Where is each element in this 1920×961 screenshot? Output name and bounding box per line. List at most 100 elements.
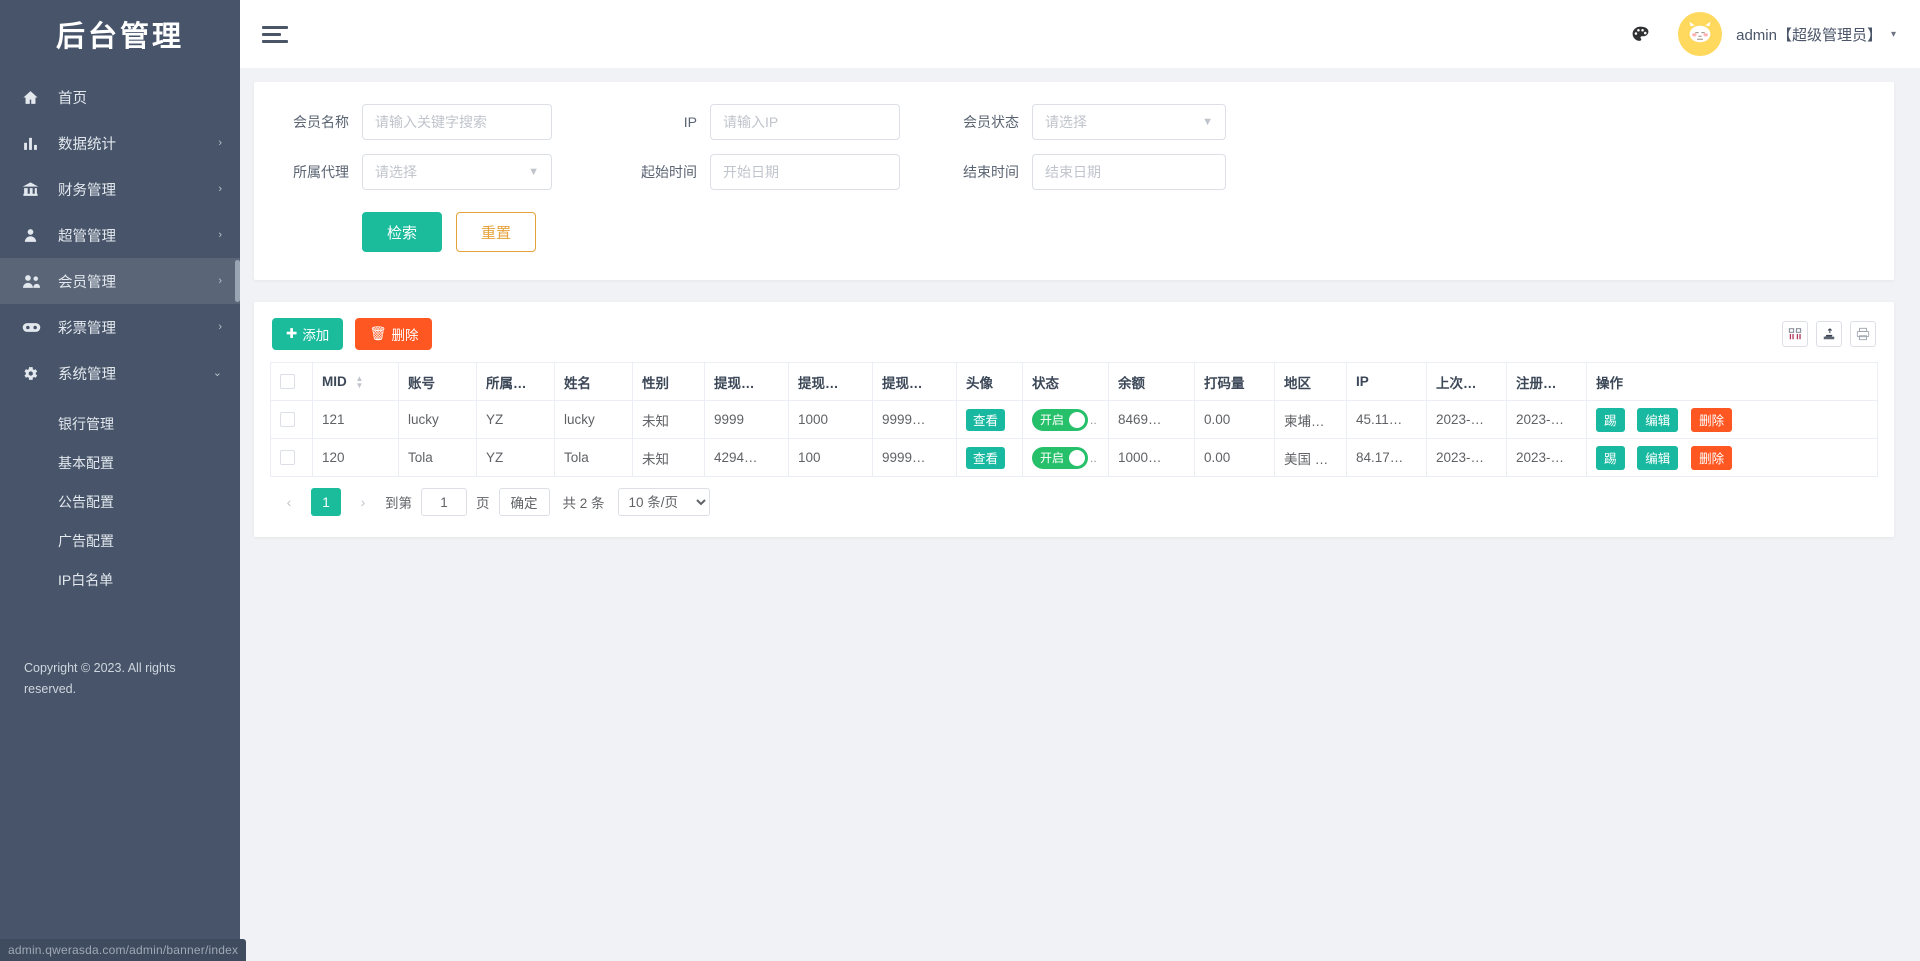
- members-table-card: ✚ 添加 🗑 删除: [254, 302, 1894, 537]
- sidebar-subitem-bank[interactable]: 银行管理: [0, 404, 240, 443]
- member-name-input[interactable]: 请输入关键字搜索: [362, 104, 552, 140]
- goto-label: 到第: [385, 492, 412, 512]
- sort-icon[interactable]: ▲▼: [356, 375, 364, 389]
- sidebar-subitem-basic-config[interactable]: 基本配置: [0, 443, 240, 482]
- sidebar-subitem-ip-whitelist[interactable]: IP白名单: [0, 560, 240, 599]
- member-status-label: 会员状态: [942, 112, 1032, 132]
- cell-register: 2023-…: [1507, 439, 1587, 477]
- sidebar-item-finance[interactable]: 财务管理 ›: [0, 166, 240, 212]
- prev-page-button[interactable]: ‹: [276, 488, 302, 516]
- sidebar-subitem-ad-config[interactable]: 广告配置: [0, 521, 240, 560]
- cell-belong: YZ: [477, 439, 555, 477]
- goto-page-input[interactable]: 1: [421, 488, 467, 516]
- next-page-button[interactable]: ›: [350, 488, 376, 516]
- column-filter-icon[interactable]: [1782, 321, 1808, 347]
- col-mid[interactable]: MID ▲▼: [313, 363, 399, 401]
- members-table: MID ▲▼ 账号 所属… 姓名 性别 提现… 提现… 提现… 头像 状态 余额: [270, 362, 1878, 477]
- agent-select[interactable]: 请选择 ▼: [362, 154, 552, 190]
- cell-withdraw-1: 9999: [705, 401, 789, 439]
- sidebar-subitem-label: IP白名单: [58, 570, 113, 590]
- view-avatar-button[interactable]: 查看: [966, 409, 1005, 431]
- cell-withdraw-2: 1000: [789, 401, 873, 439]
- ip-input[interactable]: 请输入IP: [710, 104, 900, 140]
- home-icon: [22, 88, 44, 106]
- col-balance: 余额: [1109, 363, 1195, 401]
- field-start-time: 起始时间 开始日期: [624, 154, 900, 190]
- search-button[interactable]: 检索: [362, 212, 442, 252]
- end-date-input[interactable]: 结束日期: [1032, 154, 1226, 190]
- delete-row-button[interactable]: 删除: [1691, 446, 1732, 470]
- delete-button-label: 删除: [391, 324, 418, 344]
- field-member-status: 会员状态 请选择 ▼: [942, 104, 1226, 140]
- page-number-1[interactable]: 1: [311, 488, 341, 516]
- row-checkbox[interactable]: [280, 450, 295, 465]
- cell-avatar: 查看: [957, 439, 1023, 477]
- sidebar-subitem-label: 银行管理: [58, 414, 114, 434]
- field-agent: 所属代理 请选择 ▼: [284, 154, 552, 190]
- user-menu[interactable]: admin【超级管理员】 ▾: [1736, 24, 1896, 45]
- field-end-time: 结束时间 结束日期: [942, 154, 1226, 190]
- cell-avatar: 查看: [957, 401, 1023, 439]
- delete-button[interactable]: 🗑 删除: [355, 318, 432, 350]
- status-toggle[interactable]: 开启: [1032, 409, 1088, 431]
- export-icon[interactable]: [1816, 321, 1842, 347]
- view-avatar-button[interactable]: 查看: [966, 447, 1005, 469]
- kick-button[interactable]: 踢: [1596, 446, 1625, 470]
- status-ellipsis: ..: [1090, 413, 1097, 427]
- select-all-checkbox[interactable]: [280, 374, 295, 389]
- agent-value: 请选择: [375, 162, 417, 182]
- table-row[interactable]: 121 lucky YZ lucky 未知 9999 1000 9999… 查看: [271, 401, 1878, 439]
- end-time-label: 结束时间: [942, 162, 1032, 182]
- member-status-select[interactable]: 请选择 ▼: [1032, 104, 1226, 140]
- gear-icon: [22, 364, 44, 382]
- sidebar-menu: 首页 数据统计 › 财务管理 › 超管管理 ›: [0, 68, 240, 599]
- page-size-select[interactable]: 10 条/页 20 条/页 50 条/页 100 条/页: [618, 488, 710, 516]
- app-brand-title: 后台管理: [0, 0, 240, 68]
- table-row[interactable]: 120 Tola YZ Tola 未知 4294… 100 9999… 查看: [271, 439, 1878, 477]
- goto-confirm-button[interactable]: 确定: [499, 488, 550, 516]
- cell-gender: 未知: [633, 401, 705, 439]
- edit-button[interactable]: 编辑: [1637, 446, 1678, 470]
- cell-name: Tola: [555, 439, 633, 477]
- sidebar-item-label: 财务管理: [58, 179, 218, 200]
- ip-label: IP: [624, 114, 710, 130]
- avatar[interactable]: [1678, 12, 1722, 56]
- add-button[interactable]: ✚ 添加: [272, 318, 343, 350]
- sidebar-subitem-label: 基本配置: [58, 453, 114, 473]
- print-icon[interactable]: [1850, 321, 1876, 347]
- cell-operations: 踢 编辑 删除: [1587, 401, 1878, 439]
- reset-button[interactable]: 重置: [456, 212, 536, 252]
- member-status-value: 请选择: [1045, 112, 1087, 132]
- start-date-input[interactable]: 开始日期: [710, 154, 900, 190]
- users-icon: [22, 272, 44, 290]
- col-region: 地区: [1275, 363, 1347, 401]
- page-unit-label: 页: [476, 492, 490, 512]
- chevron-right-icon: ›: [218, 230, 222, 241]
- search-filter-card: 会员名称 请输入关键字搜索 IP 请输入IP 会员状态 请选择 ▼: [254, 82, 1894, 280]
- col-avatar: 头像: [957, 363, 1023, 401]
- status-toggle-label: 开启: [1040, 449, 1064, 466]
- sidebar-item-home[interactable]: 首页: [0, 74, 240, 120]
- sidebar-item-superadmin[interactable]: 超管管理 ›: [0, 212, 240, 258]
- sidebar-item-members[interactable]: 会员管理 ›: [0, 258, 240, 304]
- col-last-login: 上次…: [1427, 363, 1507, 401]
- edit-button[interactable]: 编辑: [1637, 408, 1678, 432]
- delete-row-button[interactable]: 删除: [1691, 408, 1732, 432]
- kick-button[interactable]: 踢: [1596, 408, 1625, 432]
- status-toggle[interactable]: 开启: [1032, 447, 1088, 469]
- sidebar-item-label: 数据统计: [58, 133, 218, 154]
- row-checkbox[interactable]: [280, 412, 295, 427]
- sidebar-subitem-notice-config[interactable]: 公告配置: [0, 482, 240, 521]
- palette-icon[interactable]: [1631, 25, 1650, 44]
- sidebar-item-system[interactable]: 系统管理 ⌄: [0, 350, 240, 396]
- chevron-right-icon: ›: [218, 138, 222, 149]
- hamburger-icon[interactable]: [262, 16, 288, 53]
- row-select-cell: [271, 439, 313, 477]
- sidebar-item-statistics[interactable]: 数据统计 ›: [0, 120, 240, 166]
- start-time-label: 起始时间: [624, 162, 710, 182]
- sidebar-item-label: 会员管理: [58, 271, 218, 292]
- add-button-label: 添加: [302, 324, 329, 344]
- member-name-label: 会员名称: [284, 112, 362, 132]
- sidebar-item-lottery[interactable]: 彩票管理 ›: [0, 304, 240, 350]
- col-withdraw-2: 提现…: [789, 363, 873, 401]
